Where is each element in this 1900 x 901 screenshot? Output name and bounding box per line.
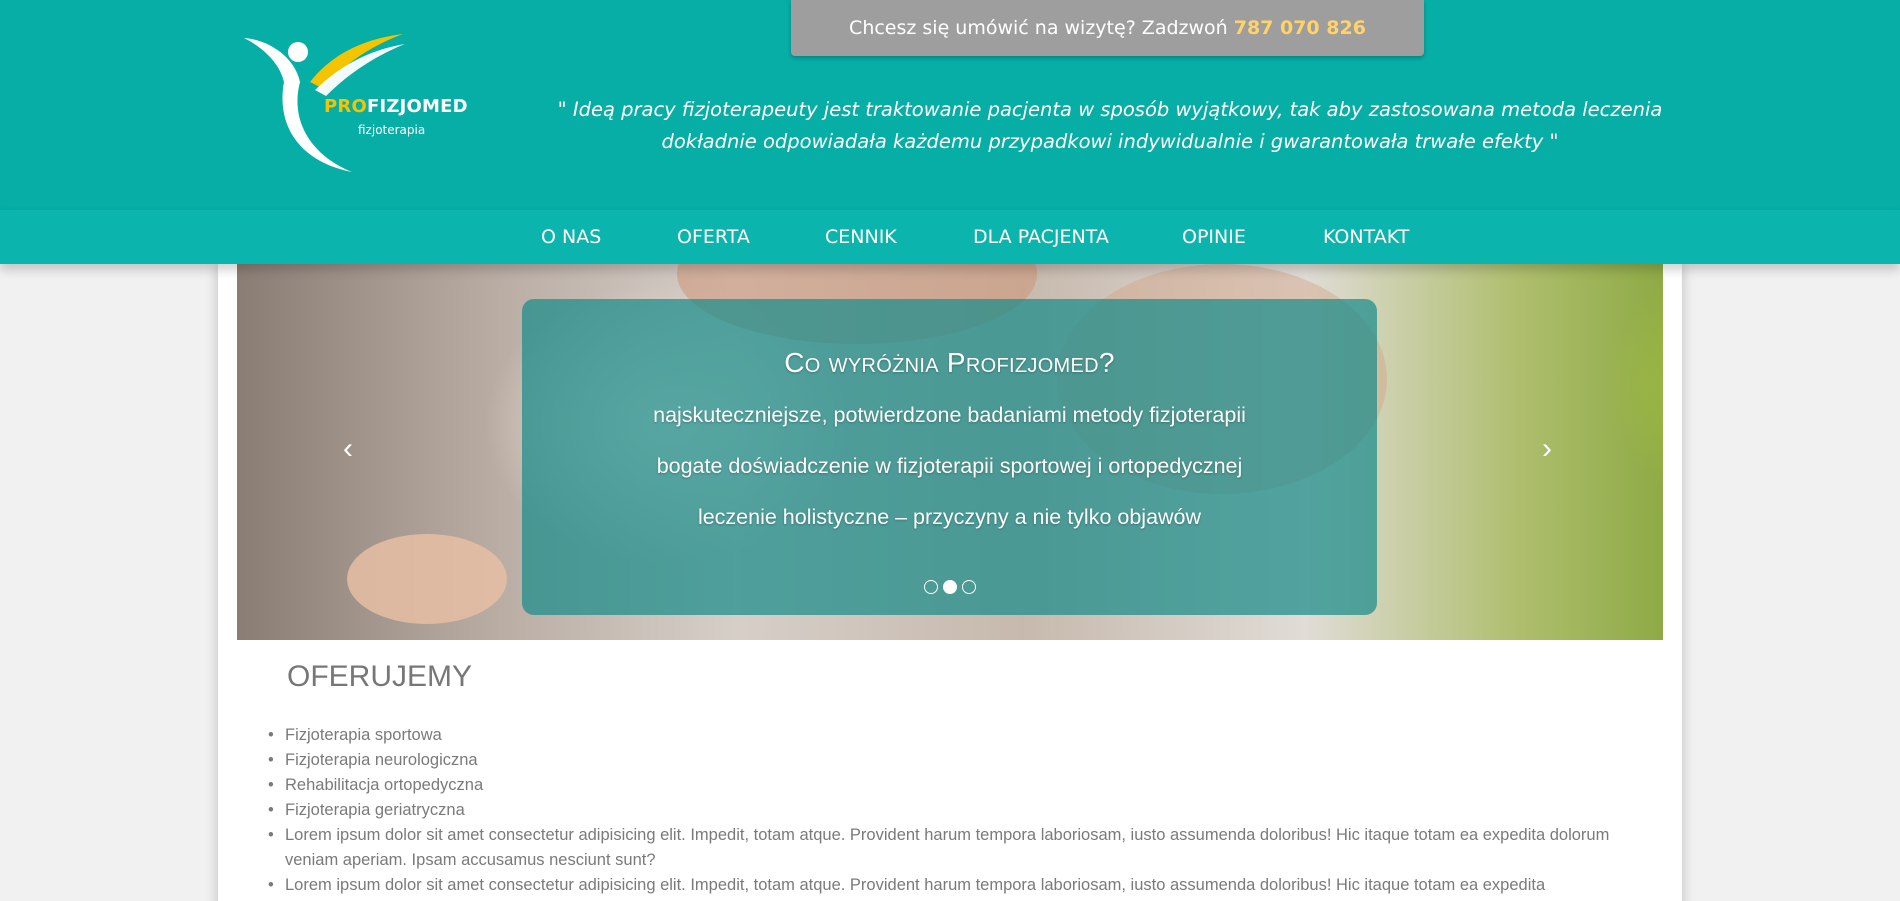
call-text: Chcesz się umówić na wizytę? Zadzwoń (849, 17, 1228, 39)
hero-slider: Co wyróżnia Profizjomed? najskuteczniejs… (237, 264, 1663, 640)
list-item: Fizjoterapia geriatryczna (268, 798, 1627, 823)
offer-list: Fizjoterapia sportowa Fizjoterapia neuro… (268, 723, 1627, 898)
nav-item-opinie[interactable]: OPINIE (1182, 226, 1246, 248)
slider-indicators (522, 580, 1377, 594)
slider-dot-3[interactable] (961, 580, 976, 594)
list-item: Lorem ipsum dolor sit amet consectetur a… (268, 873, 1627, 898)
logo-brand-suffix: FIZJOMED (366, 96, 468, 117)
nav-item-cennik[interactable]: CENNIK (825, 226, 897, 248)
slider-line: najskuteczniejsze, potwierdzone badaniam… (653, 403, 1246, 427)
site-logo[interactable]: PROFIZJOMED fizjoterapia (240, 30, 470, 175)
phone-link[interactable]: 787 070 826 (1234, 17, 1366, 39)
list-item: Rehabilitacja ortopedyczna (268, 773, 1627, 798)
nav-item-o-nas[interactable]: O NAS (541, 226, 601, 248)
header-quote: " Ideą pracy fizjoterapeuty jest traktow… (557, 98, 1663, 153)
slider-prev-button[interactable]: ‹ (343, 434, 353, 464)
list-item: Lorem ipsum dolor sit amet consectetur a… (268, 823, 1627, 873)
nav-item-dla-pacjenta[interactable]: DLA PACJENTA (973, 226, 1109, 248)
call-to-action-box: Chcesz się umówić na wizytę? Zadzwoń 787… (791, 0, 1424, 56)
slider-caption: Co wyróżnia Profizjomed? najskuteczniejs… (522, 299, 1377, 615)
offer-section: OFERUJEMY Fizjoterapia sportowa Fizjoter… (268, 660, 1627, 898)
main-nav: O NAS OFERTA CENNIK DLA PACJENTA OPINIE … (0, 210, 1900, 264)
slider-line: bogate doświadczenie w fizjoterapii spor… (656, 454, 1243, 478)
slider-next-button[interactable]: › (1542, 434, 1552, 464)
slider-photo-shape (347, 534, 507, 624)
logo-brand-prefix: PRO (324, 96, 367, 117)
list-item: Fizjoterapia sportowa (268, 723, 1627, 748)
slider-dot-1[interactable] (923, 580, 938, 594)
logo-subtitle: fizjoterapia (358, 123, 426, 137)
offer-heading: OFERUJEMY (287, 660, 473, 693)
slider-title: Co wyróżnia Profizjomed? (784, 347, 1115, 378)
logo-brand-name: PROFIZJOMED (324, 96, 468, 117)
slider-line: leczenie holistyczne – przyczyny a nie t… (697, 505, 1202, 529)
nav-item-kontakt[interactable]: KONTAKT (1323, 226, 1409, 248)
slider-dot-2[interactable] (942, 580, 957, 594)
site-header: PROFIZJOMED fizjoterapia Chcesz się umów… (0, 0, 1900, 210)
list-item: Fizjoterapia neurologiczna (268, 748, 1627, 773)
nav-item-oferta[interactable]: OFERTA (677, 226, 750, 248)
